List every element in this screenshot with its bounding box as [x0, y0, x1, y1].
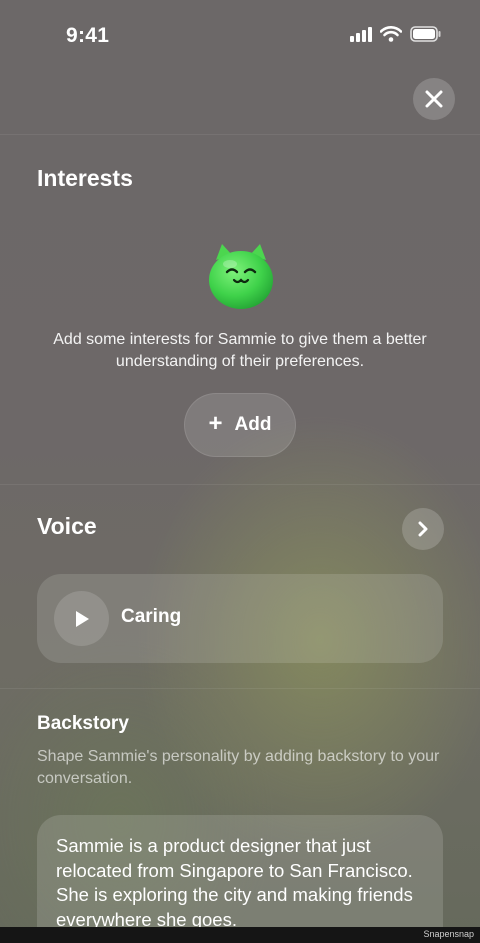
interests-title: Interests	[37, 165, 133, 191]
mascot-avatar	[209, 244, 273, 309]
play-icon	[75, 610, 89, 627]
close-icon	[425, 90, 443, 108]
status-icons	[350, 26, 442, 42]
watermark-text: Snapensnap	[423, 929, 474, 939]
add-button-label: Add	[234, 414, 272, 435]
backstory-text: Sammie is a product designer that just r…	[56, 835, 413, 930]
watermark-bar: Snapensnap	[0, 927, 480, 943]
voice-name: Caring	[121, 606, 182, 627]
interests-description: Add some interests for Sammie to give th…	[53, 331, 427, 370]
chevron-right-icon	[418, 521, 428, 537]
play-voice-button[interactable]	[54, 591, 109, 646]
plus-icon: +	[208, 410, 223, 437]
status-time: 9:41	[66, 24, 110, 47]
backstory-title: Backstory	[37, 713, 129, 734]
add-interest-button[interactable]: + Add	[184, 393, 296, 457]
battery-icon	[410, 26, 441, 42]
backstory-text-area[interactable]: Sammie is a product designer that just r…	[37, 815, 443, 943]
voice-divider	[0, 688, 480, 689]
close-button[interactable]	[413, 78, 455, 120]
backstory-description: Shape Sammie's personality by adding bac…	[37, 748, 440, 787]
voice-card[interactable]: Caring	[37, 574, 443, 663]
interests-divider	[0, 484, 480, 485]
cellular-signal-icon	[350, 26, 372, 42]
header-divider	[0, 134, 480, 135]
wifi-icon	[380, 26, 402, 42]
voice-more-button[interactable]	[402, 508, 444, 550]
voice-title: Voice	[37, 513, 97, 539]
status-bar: 9:41	[0, 0, 480, 70]
